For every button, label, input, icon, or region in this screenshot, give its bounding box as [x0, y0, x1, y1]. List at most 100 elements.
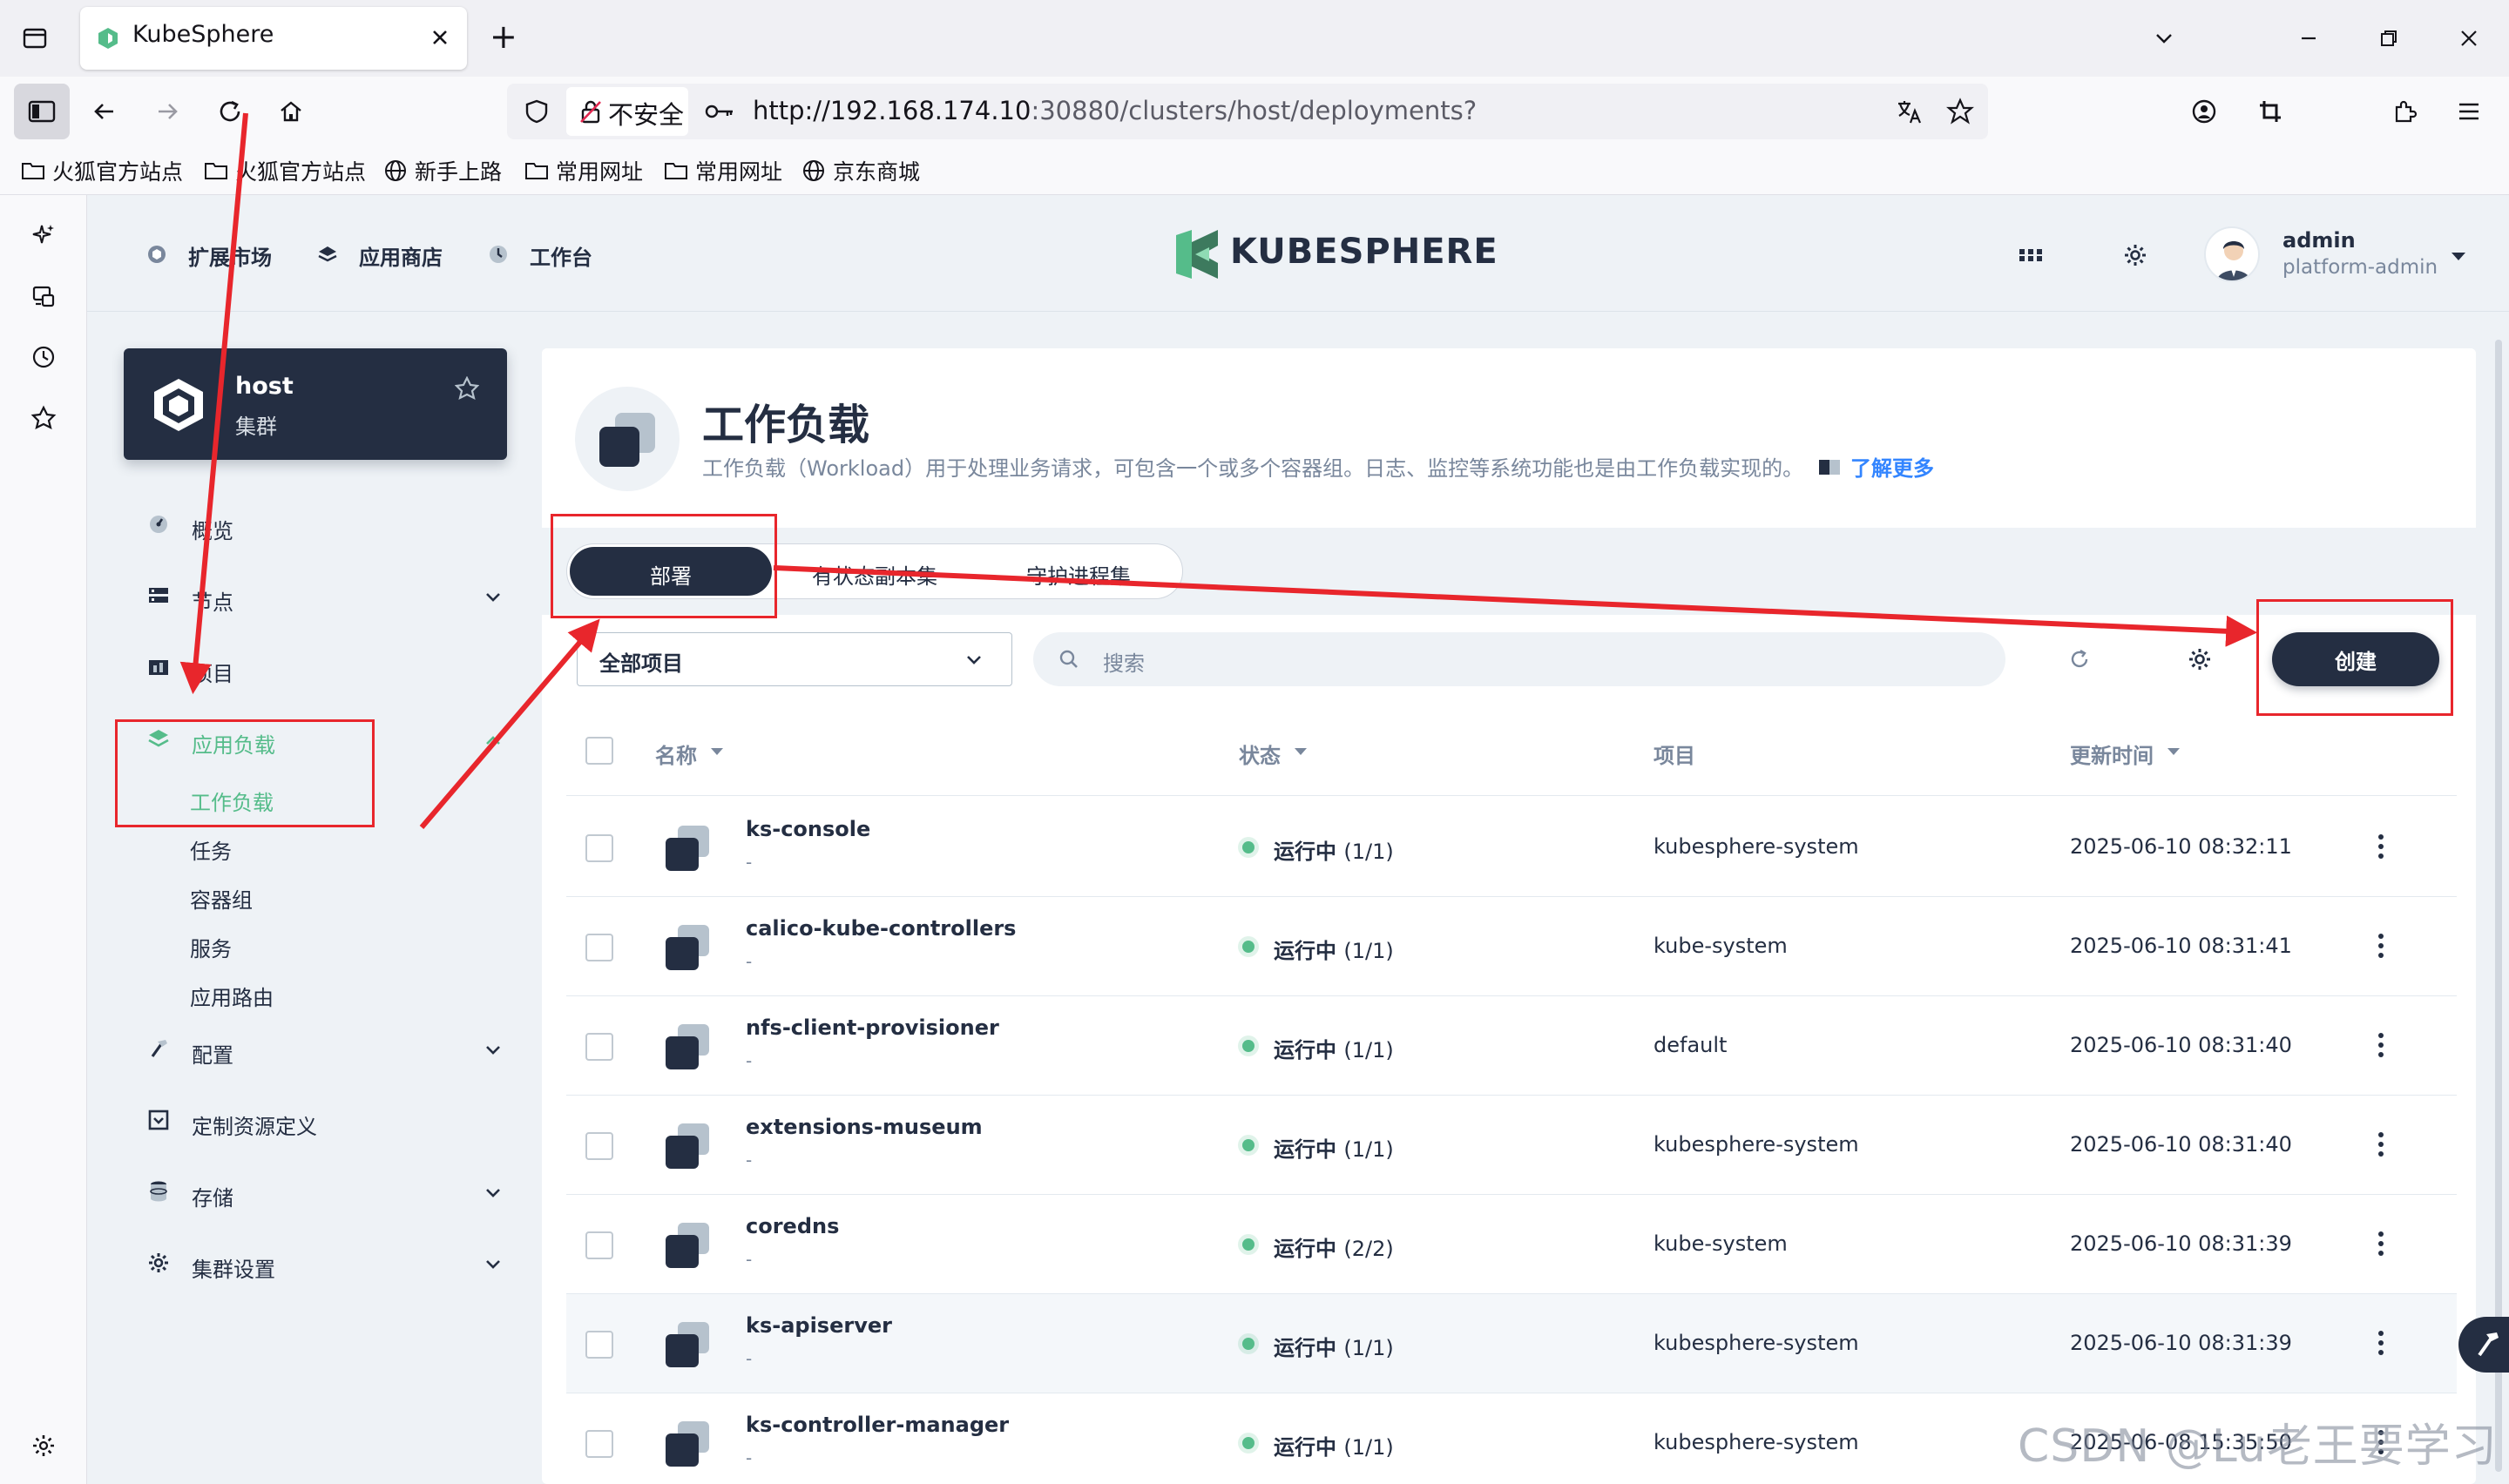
- kubesphere-logo-icon[interactable]: [1173, 230, 1221, 279]
- chevron-down-icon[interactable]: [483, 1254, 504, 1275]
- platform-settings-gear-icon[interactable]: [2119, 239, 2152, 272]
- forward-icon[interactable]: [150, 94, 185, 129]
- filter-caret-icon[interactable]: [1291, 742, 1310, 761]
- sidebar-item-cluster-settings[interactable]: 集群设置: [192, 1252, 275, 1283]
- table-settings-gear-icon[interactable]: [2185, 644, 2215, 674]
- nav-app-store[interactable]: 应用商店: [359, 240, 443, 271]
- new-tab-button[interactable]: +: [490, 17, 517, 56]
- home-icon[interactable]: [274, 94, 308, 129]
- bookmark-star-icon[interactable]: [1943, 94, 1978, 129]
- row-checkbox[interactable]: [585, 934, 613, 961]
- sidebar-item-overview[interactable]: 概览: [192, 514, 233, 544]
- ai-sparkle-icon[interactable]: [26, 218, 61, 253]
- account-icon[interactable]: [2187, 94, 2222, 129]
- column-updated[interactable]: 更新时间: [2070, 739, 2154, 769]
- more-actions-icon[interactable]: [2378, 1331, 2385, 1359]
- column-status[interactable]: 状态: [1239, 739, 1281, 769]
- more-actions-icon[interactable]: [2378, 934, 2385, 962]
- workload-icon: [660, 1317, 716, 1373]
- apps-grid-icon[interactable]: [2016, 240, 2046, 270]
- more-actions-icon[interactable]: [2378, 1231, 2385, 1260]
- sort-caret-icon[interactable]: [707, 742, 727, 761]
- sidebar-subitem-services[interactable]: 服务: [190, 932, 232, 962]
- restore-icon[interactable]: [2373, 23, 2404, 54]
- search-input[interactable]: [1033, 632, 2005, 686]
- menu-icon[interactable]: [2452, 94, 2486, 129]
- sidebar-item-nodes[interactable]: 节点: [192, 585, 233, 616]
- more-actions-icon[interactable]: [2378, 834, 2385, 863]
- shield-icon[interactable]: [519, 94, 554, 129]
- bookmark-folder-4[interactable]: 常用网址: [664, 155, 782, 186]
- favorite-star-icon[interactable]: [451, 373, 483, 404]
- docs-book-icon: [1816, 455, 1843, 479]
- workload-name-link[interactable]: calico-kube-controllers: [746, 916, 1016, 941]
- column-name[interactable]: 名称: [655, 739, 697, 769]
- page-scrollbar[interactable]: [2495, 340, 2502, 1472]
- workload-name-link[interactable]: nfs-client-provisioner: [746, 1015, 999, 1040]
- sidebar-subitem-pods[interactable]: 容器组: [190, 883, 253, 914]
- list-all-tabs-icon[interactable]: [2148, 23, 2180, 54]
- chevron-down-icon[interactable]: [483, 1183, 504, 1204]
- tab-statefulsets[interactable]: 有状态副本集: [812, 559, 937, 590]
- more-actions-icon[interactable]: [2378, 1132, 2385, 1161]
- workload-name-link[interactable]: extensions-museum: [746, 1115, 983, 1139]
- bookmark-getting-started[interactable]: 新手上路: [383, 155, 502, 186]
- avatar[interactable]: [2204, 226, 2260, 282]
- minimize-icon[interactable]: [2293, 23, 2324, 54]
- chevron-down-icon[interactable]: [962, 648, 986, 672]
- sidebar-item-storage[interactable]: 存储: [192, 1181, 233, 1211]
- sidebar-settings-gear-icon[interactable]: [26, 1428, 61, 1463]
- extensions-icon[interactable]: [2387, 94, 2422, 129]
- folder-icon: [525, 163, 548, 179]
- permissions-key-icon[interactable]: [702, 96, 737, 127]
- row-checkbox[interactable]: [585, 1331, 613, 1359]
- tab-daemonsets[interactable]: 守护进程集: [1026, 559, 1131, 590]
- row-checkbox[interactable]: [585, 1430, 613, 1458]
- workload-name-link[interactable]: ks-controller-manager: [746, 1413, 1009, 1437]
- workload-name-link[interactable]: ks-apiserver: [746, 1313, 892, 1338]
- user-menu-caret-icon[interactable]: [2446, 244, 2471, 268]
- bookmark-folder-2[interactable]: 火狐官方站点: [204, 155, 366, 186]
- row-checkbox[interactable]: [585, 1231, 613, 1259]
- back-icon[interactable]: [87, 94, 122, 129]
- row-checkbox[interactable]: [585, 1033, 613, 1061]
- workload-name-link[interactable]: coredns: [746, 1214, 839, 1238]
- sidebar-item-configuration[interactable]: 配置: [192, 1038, 233, 1069]
- translate-icon[interactable]: [1892, 94, 1927, 129]
- nav-extension-market[interactable]: 扩展市场: [188, 240, 272, 271]
- sidebar-subitem-jobs[interactable]: 任务: [190, 834, 232, 865]
- sidebar-toggle-icon[interactable]: [14, 84, 70, 139]
- status-badge: 运行中 (2/2): [1274, 1231, 1394, 1262]
- history-icon[interactable]: [26, 340, 61, 374]
- chevron-down-icon[interactable]: [483, 1040, 504, 1061]
- sidebar-subitem-ingresses[interactable]: 应用路由: [190, 981, 274, 1011]
- row-checkbox[interactable]: [585, 834, 613, 862]
- sort-caret-icon[interactable]: [2164, 742, 2183, 761]
- toolbox-button[interactable]: [2458, 1317, 2509, 1373]
- refresh-icon[interactable]: [2065, 644, 2094, 674]
- sidebar-item-projects[interactable]: 项目: [192, 657, 233, 687]
- close-tab-icon[interactable]: [425, 23, 455, 52]
- chevron-down-icon[interactable]: [483, 587, 504, 608]
- bookmark-folder-3[interactable]: 常用网址: [524, 155, 643, 186]
- chevron-up-icon[interactable]: [483, 730, 504, 751]
- reload-icon[interactable]: [213, 94, 247, 129]
- bookmarks-star-icon[interactable]: [26, 401, 61, 435]
- row-checkbox[interactable]: [585, 1132, 613, 1160]
- sidebar-item-crd[interactable]: 定制资源定义: [192, 1110, 317, 1140]
- screenshot-crop-icon[interactable]: [2253, 94, 2288, 129]
- select-all-checkbox[interactable]: [585, 737, 613, 765]
- synced-tabs-icon[interactable]: [26, 279, 61, 314]
- url-text[interactable]: http://192.168.174.10:30880/clusters/hos…: [753, 96, 1477, 125]
- bookmark-folder-1[interactable]: 火狐官方站点: [21, 155, 183, 186]
- nav-workbench[interactable]: 工作台: [530, 240, 592, 271]
- tab-list-icon[interactable]: [19, 23, 51, 54]
- kubesphere-logo-text[interactable]: KUBESPHERE: [1230, 232, 1498, 272]
- workload-name-link[interactable]: ks-console: [746, 817, 870, 841]
- bookmark-jd[interactable]: 京东商城: [801, 155, 920, 186]
- close-window-icon[interactable]: [2453, 23, 2485, 54]
- user-name[interactable]: admin: [2282, 228, 2356, 253]
- more-actions-icon[interactable]: [2378, 1033, 2385, 1062]
- workload-icon: [660, 1118, 716, 1174]
- learn-more-link[interactable]: 了解更多: [1850, 451, 1934, 482]
